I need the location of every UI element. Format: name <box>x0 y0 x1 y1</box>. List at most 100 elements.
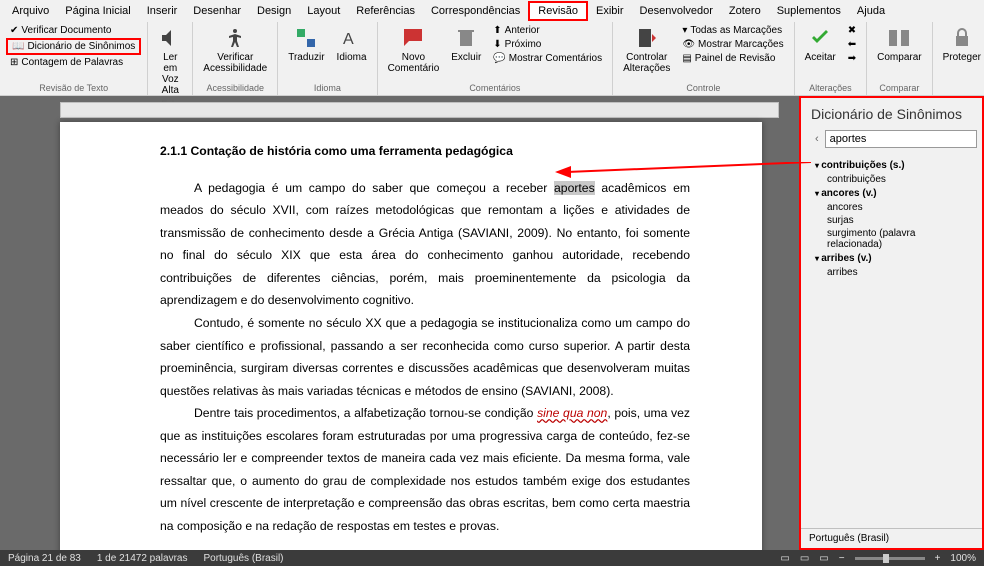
view-web-icon[interactable]: ▭ <box>819 553 828 564</box>
menu-desenvolvedor[interactable]: Desenvolvedor <box>632 3 721 19</box>
menu-zotero[interactable]: Zotero <box>721 3 769 19</box>
view-print-icon[interactable]: ▭ <box>800 553 809 564</box>
menu-pagina-inicial[interactable]: Página Inicial <box>57 3 138 19</box>
new-comment-button[interactable]: Novo Comentário <box>384 24 444 76</box>
ribbon-group-speech: Ler em Voz Alta Fala <box>148 22 193 95</box>
language-button[interactable]: A Idioma <box>333 24 371 65</box>
protect-button[interactable]: Proteger <box>939 24 984 65</box>
view-read-icon[interactable]: ▭ <box>780 553 789 564</box>
review-panel-button[interactable]: ▤Painel de Revisão <box>678 52 787 65</box>
group-label: Idioma <box>284 82 370 93</box>
thesaurus-language-selector[interactable]: Português (Brasil) <box>801 528 982 548</box>
delete-comment-button[interactable]: Excluir <box>447 24 485 65</box>
status-page[interactable]: Página 21 de 83 <box>8 553 81 564</box>
thesaurus-group[interactable]: contribuições (s.) <box>801 158 982 173</box>
reject-button[interactable]: ✖ <box>844 24 860 37</box>
thesaurus-item[interactable]: surjas <box>801 214 982 227</box>
group-label: Comentários <box>384 82 607 93</box>
translate-button[interactable]: Traduzir <box>284 24 328 65</box>
prev-change-button[interactable]: ⬅ <box>844 38 860 51</box>
thesaurus-group[interactable]: arribes (v.) <box>801 251 982 266</box>
menu-layout[interactable]: Layout <box>299 3 348 19</box>
dropdown-icon: ▾ <box>682 25 687 36</box>
status-words[interactable]: 1 de 21472 palavras <box>97 553 188 564</box>
accessibility-icon <box>223 26 247 50</box>
spelling-error[interactable]: sine qua non <box>537 406 607 420</box>
zoom-in-icon[interactable]: + <box>935 553 941 564</box>
menu-ajuda[interactable]: Ajuda <box>849 3 893 19</box>
compare-button[interactable]: Comparar <box>873 24 925 65</box>
menu-desenhar[interactable]: Desenhar <box>185 3 249 19</box>
comment-icon <box>401 26 425 50</box>
zoom-slider[interactable] <box>855 557 925 560</box>
thesaurus-results: contribuições (s.) contribuições ancores… <box>801 154 982 528</box>
back-icon[interactable]: ‹ <box>809 133 825 145</box>
zoom-out-icon[interactable]: − <box>839 553 845 564</box>
group-label: Revisão de Texto <box>6 82 141 93</box>
arrow-left-icon: ⬅ <box>848 39 856 50</box>
compare-icon <box>887 26 911 50</box>
thesaurus-button[interactable]: 📖Dicionário de Sinônimos <box>6 38 141 55</box>
menu-exibir[interactable]: Exibir <box>588 3 632 19</box>
group-label: Alterações <box>801 82 861 93</box>
menu-referencias[interactable]: Referências <box>348 3 423 19</box>
group-label: Comparar <box>873 82 925 93</box>
horizontal-ruler[interactable] <box>60 102 779 118</box>
page-wrapper: 2.1.1 Contação de história como uma ferr… <box>0 96 799 550</box>
menu-suplementos[interactable]: Suplementos <box>769 3 849 19</box>
status-language[interactable]: Português (Brasil) <box>203 553 283 564</box>
check-accessibility-button[interactable]: Verificar Acessibilidade <box>199 24 271 76</box>
ribbon-group-accessibility: Verificar Acessibilidade Acessibilidade <box>193 22 278 95</box>
prev-comment-button[interactable]: ⬆Anterior <box>489 24 606 37</box>
paragraph-2: Contudo, é somente no século XX que a pe… <box>160 312 690 402</box>
ribbon-group-proofing: ✔Verificar Documento 📖Dicionário de Sinô… <box>0 22 148 95</box>
selected-word[interactable]: aportes <box>554 181 595 195</box>
menu-design[interactable]: Design <box>249 3 299 19</box>
translate-icon <box>294 26 318 50</box>
arrow-up-icon: ⬆ <box>493 25 501 36</box>
thesaurus-item[interactable]: ancores <box>801 201 982 214</box>
panel-icon: ▤ <box>682 53 691 64</box>
document-page[interactable]: 2.1.1 Contação de história como uma ferr… <box>60 122 762 550</box>
thesaurus-item[interactable]: arribes <box>801 266 982 279</box>
paragraph-1: A pedagogia é um campo do saber que come… <box>160 177 690 312</box>
thesaurus-item[interactable]: surgimento (palavra relacionada) <box>801 227 982 251</box>
show-markup-button[interactable]: 👁Mostrar Marcações <box>678 38 787 51</box>
track-changes-button[interactable]: Controlar Alterações <box>619 24 674 76</box>
ribbon-group-language: Traduzir A Idioma Idioma <box>278 22 377 95</box>
read-aloud-button[interactable]: Ler em Voz Alta <box>154 24 186 98</box>
menu-arquivo[interactable]: Arquivo <box>4 3 57 19</box>
thesaurus-search-input[interactable] <box>825 130 977 148</box>
comment-icon: 💬 <box>493 53 505 64</box>
delete-icon <box>454 26 478 50</box>
arrow-down-icon: ⬇ <box>493 39 501 50</box>
check-icon: ✔ <box>10 25 18 36</box>
track-icon <box>635 26 659 50</box>
accept-icon <box>808 26 832 50</box>
count-icon: ⊞ <box>10 57 18 68</box>
ribbon-group-tracking: Controlar Alterações ▾Todas as Marcações… <box>613 22 795 95</box>
ribbon-group-compare: Comparar Comparar <box>867 22 932 95</box>
ribbon: ✔Verificar Documento 📖Dicionário de Sinô… <box>0 22 984 96</box>
book-icon: 📖 <box>12 41 24 52</box>
globe-icon: A <box>340 26 364 50</box>
zoom-level[interactable]: 100% <box>950 553 976 564</box>
menu-correspondencias[interactable]: Correspondências <box>423 3 528 19</box>
markup-dropdown[interactable]: ▾Todas as Marcações <box>678 24 787 37</box>
next-comment-button[interactable]: ⬇Próximo <box>489 38 606 51</box>
thesaurus-group[interactable]: ancores (v.) <box>801 186 982 201</box>
menu-revisao[interactable]: Revisão <box>528 1 588 21</box>
group-label: Controle <box>619 82 788 93</box>
thesaurus-item[interactable]: contribuições <box>801 173 982 186</box>
menu-inserir[interactable]: Inserir <box>139 3 186 19</box>
document-area: 2.1.1 Contação de história como uma ferr… <box>0 96 984 550</box>
accept-button[interactable]: Aceitar <box>801 24 840 65</box>
status-bar: Página 21 de 83 1 de 21472 palavras Port… <box>0 550 984 566</box>
next-change-button[interactable]: ➡ <box>844 52 860 65</box>
arrow-right-icon: ➡ <box>848 53 856 64</box>
verify-document-button[interactable]: ✔Verificar Documento <box>6 24 141 37</box>
show-comments-button[interactable]: 💬Mostrar Comentários <box>489 52 606 65</box>
thesaurus-panel: Dicionário de Sinônimos ‹ contribuições … <box>799 96 984 550</box>
reject-icon: ✖ <box>848 25 856 36</box>
word-count-button[interactable]: ⊞Contagem de Palavras <box>6 56 141 69</box>
